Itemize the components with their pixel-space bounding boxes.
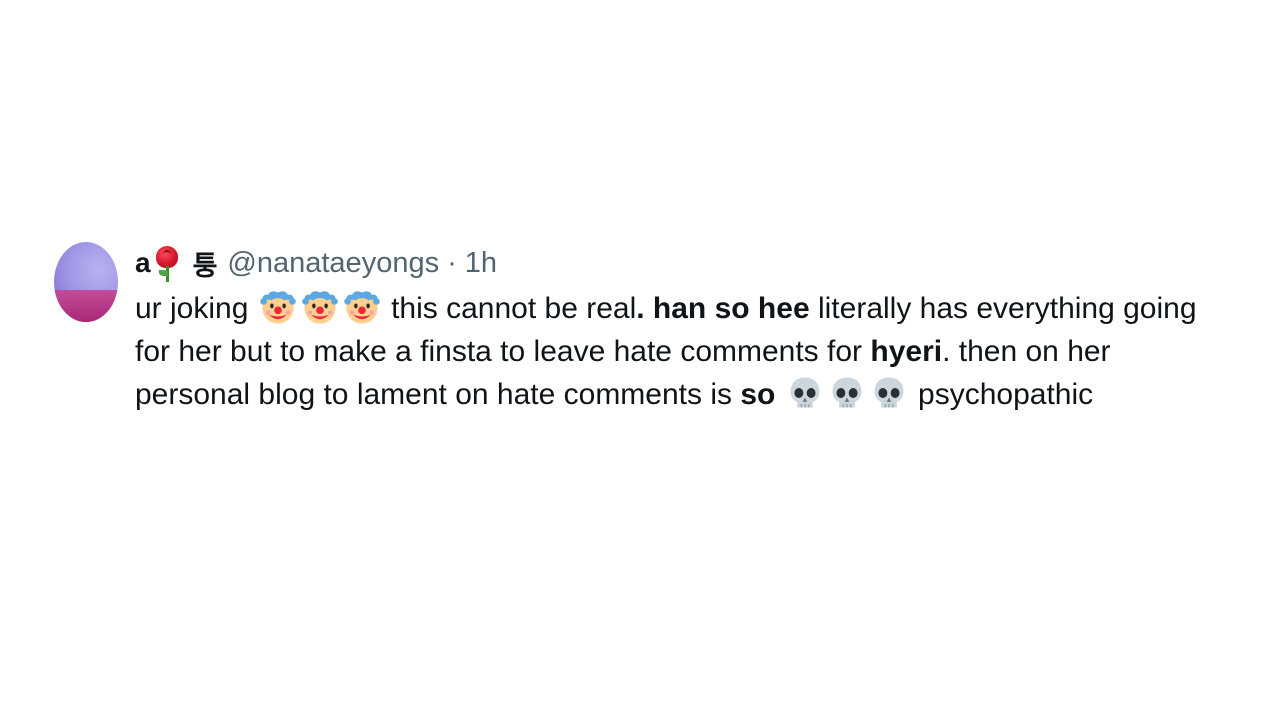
tweet-header: a 퉁 @nanataeyongs · 1h [135,243,1215,283]
rose-icon [153,244,181,282]
skull-icon [832,377,862,408]
clown-face-icon [301,291,338,324]
tweet-content: a 퉁 @nanataeyongs · 1h ur joking this ca… [135,243,1215,416]
display-name-korean: 퉁 [192,250,218,282]
display-name[interactable]: a 퉁 [135,244,217,283]
bold-text: han so hee [652,292,810,325]
skull-icon [790,377,820,408]
skull-icon [874,377,904,408]
text-segment: psychopathic [918,378,1094,411]
text-segment: . [636,292,653,325]
avatar[interactable] [54,242,118,322]
bold-text: hyeri [870,335,943,368]
tweet[interactable]: a 퉁 @nanataeyongs · 1h ur joking this ca… [0,0,1280,720]
separator-dot: · [447,246,457,279]
text-segment: this cannot be real [391,292,637,325]
text-segment: ur joking [135,292,249,325]
bold-text: so [740,378,776,411]
clown-face-icon [343,291,380,324]
clown-face-icon [259,291,296,324]
user-handle[interactable]: @nanataeyongs [227,247,439,280]
display-name-letter: a [135,247,151,278]
tweet-text: ur joking this cannot be real. han so he… [135,287,1215,416]
timestamp[interactable]: 1h [465,247,497,280]
avatar-image-lower [54,290,118,322]
